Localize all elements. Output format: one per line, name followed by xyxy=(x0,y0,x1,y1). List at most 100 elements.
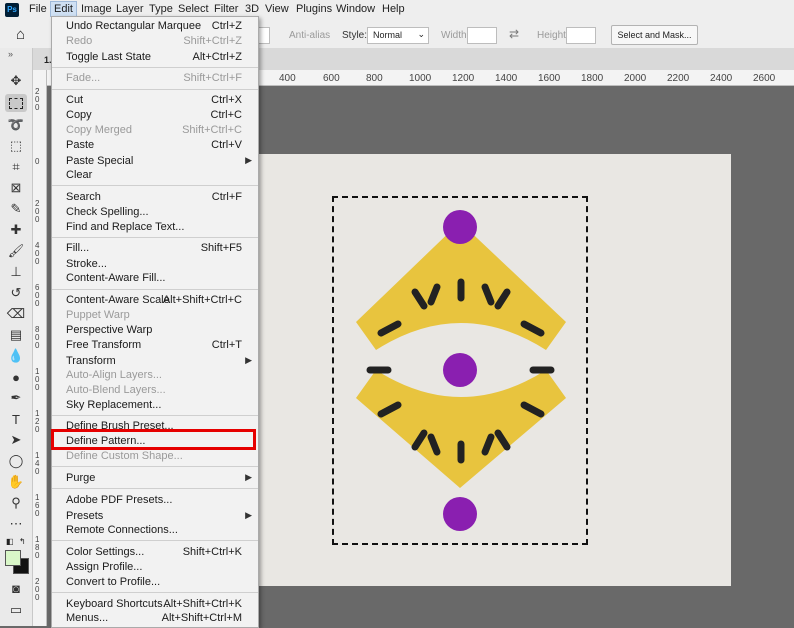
menu-plugins[interactable]: Plugins xyxy=(296,3,332,15)
menu-filter[interactable]: Filter xyxy=(214,3,238,15)
label: Auto-Align Layers... xyxy=(66,369,162,381)
label: Paste xyxy=(66,139,95,151)
width-input[interactable] xyxy=(467,27,497,44)
menu-view[interactable]: View xyxy=(265,3,289,15)
menu-layer[interactable]: Layer xyxy=(116,3,144,15)
menu-copy-merged[interactable]: Copy Merged Shift+Ctrl+C xyxy=(52,123,258,138)
label: Perspective Warp xyxy=(66,324,153,336)
menu-remote-connections[interactable]: Remote Connections... xyxy=(52,523,258,538)
menu-find-replace[interactable]: Find and Replace Text... xyxy=(52,220,258,235)
feather-field[interactable] xyxy=(258,27,270,44)
style-select[interactable]: Normal ⌄ xyxy=(367,27,429,44)
brush-tool-icon[interactable]: 🖌 xyxy=(5,242,27,260)
menu-stroke[interactable]: Stroke... xyxy=(52,257,258,272)
rectangular-marquee-tool-icon[interactable] xyxy=(5,94,27,112)
menu-adobe-pdf-presets[interactable]: Adobe PDF Presets... xyxy=(52,493,258,508)
zoom-tool-icon[interactable]: ⚲ xyxy=(5,494,27,512)
collapse-icon[interactable]: » xyxy=(8,49,13,59)
type-tool-icon[interactable]: T xyxy=(5,410,27,428)
style-value: Normal xyxy=(373,30,403,40)
menu-window[interactable]: Window xyxy=(336,3,375,15)
menu-define-custom-shape[interactable]: Define Custom Shape... xyxy=(52,449,258,464)
submenu-arrow-icon: ▶ xyxy=(245,472,252,482)
ellipse-tool-icon[interactable]: ◯ xyxy=(5,452,27,470)
menu-toggle-last-state[interactable]: Toggle Last State Alt+Ctrl+Z xyxy=(52,50,258,65)
menu-purge[interactable]: Purge ▶ xyxy=(52,471,258,486)
quick-mask-icon[interactable]: ◙ xyxy=(5,579,27,597)
menu-convert-to-profile[interactable]: Convert to Profile... xyxy=(52,575,258,590)
menu-keyboard-shortcuts[interactable]: Keyboard Shortcuts... Alt+Shift+Ctrl+K xyxy=(52,597,258,612)
path-selection-tool-icon[interactable]: ➤ xyxy=(5,431,27,449)
swap-icon[interactable]: ⇄ xyxy=(509,27,519,41)
menu-menus[interactable]: Menus... Alt+Shift+Ctrl+M xyxy=(52,611,258,626)
menu-search[interactable]: Search Ctrl+F xyxy=(52,190,258,205)
label: Auto-Blend Layers... xyxy=(66,384,166,396)
screen-mode-icon[interactable]: ▭ xyxy=(5,601,27,619)
menu-color-settings[interactable]: Color Settings... Shift+Ctrl+K xyxy=(52,545,258,560)
menu-content-aware-scale[interactable]: Content-Aware Scale Alt+Shift+Ctrl+C xyxy=(52,293,258,308)
crop-tool-icon[interactable]: ⌗ xyxy=(5,158,27,176)
separator xyxy=(52,185,258,186)
gradient-tool-icon[interactable]: ▤ xyxy=(5,326,27,344)
eraser-tool-icon[interactable]: ⌫ xyxy=(5,305,27,323)
menu-fill[interactable]: Fill... Shift+F5 xyxy=(52,241,258,256)
shortcut: Ctrl+X xyxy=(211,94,242,106)
label: Paste Special xyxy=(66,155,134,167)
menu-3d[interactable]: 3D xyxy=(245,3,259,15)
menu-type[interactable]: Type xyxy=(149,3,173,15)
history-brush-tool-icon[interactable]: ↺ xyxy=(5,284,27,302)
blur-tool-icon[interactable]: 💧 xyxy=(5,347,27,365)
menu-check-spelling[interactable]: Check Spelling... xyxy=(52,205,258,220)
menu-edit[interactable]: Edit xyxy=(50,1,77,17)
menu-content-aware-fill[interactable]: Content-Aware Fill... xyxy=(52,271,258,286)
lasso-tool-icon[interactable]: ➰ xyxy=(5,116,27,134)
menu-help[interactable]: Help xyxy=(382,3,405,15)
selection-marquee[interactable] xyxy=(332,196,588,545)
eyedropper-tool-icon[interactable]: ✎ xyxy=(5,200,27,218)
separator xyxy=(52,488,258,489)
label: Stroke... xyxy=(66,258,107,270)
menu-paste-special[interactable]: Paste Special ▶ xyxy=(52,154,258,169)
menu-auto-blend-layers[interactable]: Auto-Blend Layers... xyxy=(52,383,258,398)
menu-presets[interactable]: Presets ▶ xyxy=(52,509,258,524)
menu-image[interactable]: Image xyxy=(81,3,112,15)
menu-perspective-warp[interactable]: Perspective Warp xyxy=(52,323,258,338)
menu-clear[interactable]: Clear xyxy=(52,168,258,183)
menu-file[interactable]: File xyxy=(29,3,47,15)
separator xyxy=(52,415,258,416)
default-colors-icon[interactable]: ◧ xyxy=(6,537,14,546)
menu-assign-profile[interactable]: Assign Profile... xyxy=(52,560,258,575)
pen-tool-icon[interactable]: ✒ xyxy=(5,389,27,407)
object-selection-tool-icon[interactable]: ⬚ xyxy=(5,137,27,155)
menu-cut[interactable]: Cut Ctrl+X xyxy=(52,93,258,108)
height-input[interactable] xyxy=(566,27,596,44)
clone-stamp-tool-icon[interactable]: ⊥ xyxy=(5,263,27,281)
menu-free-transform[interactable]: Free Transform Ctrl+T xyxy=(52,338,258,353)
ruler-tick: 600 xyxy=(323,73,340,84)
menu-select[interactable]: Select xyxy=(178,3,209,15)
label: Purge xyxy=(66,472,96,484)
dodge-tool-icon[interactable]: ● xyxy=(5,368,27,386)
move-tool-icon[interactable]: ✥ xyxy=(5,72,27,90)
menu-undo[interactable]: Undo Rectangular Marquee Ctrl+Z xyxy=(52,19,258,34)
home-icon[interactable]: ⌂ xyxy=(16,26,25,43)
menu-paste[interactable]: Paste Ctrl+V xyxy=(52,138,258,153)
separator xyxy=(52,89,258,90)
menu-sky-replacement[interactable]: Sky Replacement... xyxy=(52,398,258,413)
menu-auto-align-layers[interactable]: Auto-Align Layers... xyxy=(52,368,258,383)
menu-fade[interactable]: Fade... Shift+Ctrl+F xyxy=(52,71,258,86)
frame-tool-icon[interactable]: ⊠ xyxy=(5,179,27,197)
menu-puppet-warp[interactable]: Puppet Warp xyxy=(52,308,258,323)
swap-colors-icon[interactable]: ↰ xyxy=(19,537,26,546)
menu-copy[interactable]: Copy Ctrl+C xyxy=(52,108,258,123)
shortcut: Ctrl+F xyxy=(211,191,242,203)
menu-redo[interactable]: Redo Shift+Ctrl+Z xyxy=(52,34,258,49)
more-tools-icon[interactable]: ⋯ xyxy=(5,515,27,533)
antialias-checkbox-label[interactable]: Anti-alias xyxy=(289,30,330,41)
healing-brush-tool-icon[interactable]: ✚ xyxy=(5,221,27,239)
shortcut: Ctrl+V xyxy=(211,139,242,151)
menu-transform[interactable]: Transform ▶ xyxy=(52,354,258,369)
hand-tool-icon[interactable]: ✋ xyxy=(5,473,27,491)
foreground-color-swatch[interactable] xyxy=(5,550,21,566)
select-and-mask-button[interactable]: Select and Mask... xyxy=(611,25,698,45)
